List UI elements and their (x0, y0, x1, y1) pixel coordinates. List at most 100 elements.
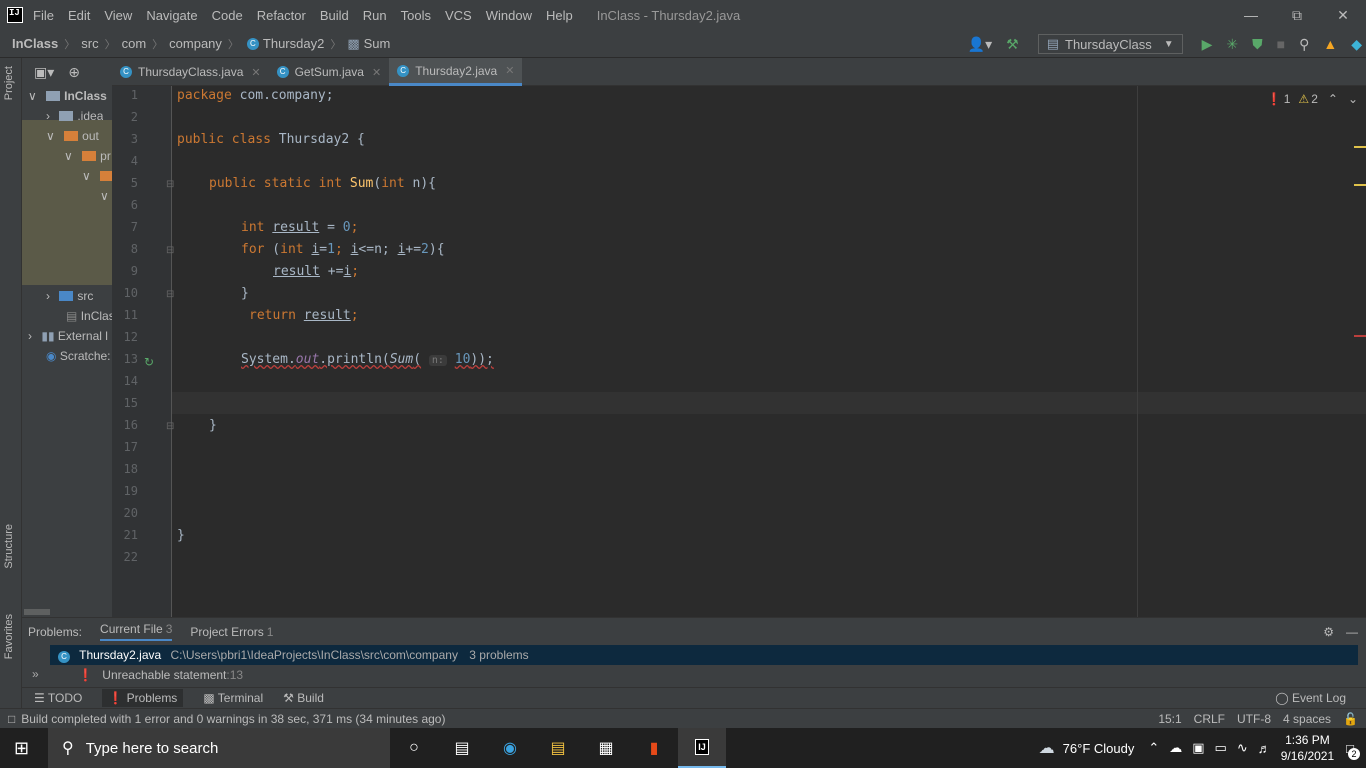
menu-vcs[interactable]: VCS (445, 8, 472, 23)
project-tool-tab[interactable]: Project (3, 66, 15, 100)
close-tab-icon[interactable]: ✕ (251, 66, 260, 79)
breadcrumb-com[interactable]: com (122, 36, 147, 51)
windows-start-icon[interactable]: ⊞ (14, 738, 29, 759)
menu-window[interactable]: Window (486, 8, 532, 23)
gear-icon[interactable]: ⚙ (1323, 625, 1334, 639)
intellij-logo-icon[interactable]: IJ (7, 7, 23, 23)
line-separator[interactable]: CRLF (1194, 712, 1225, 726)
menu-run[interactable]: Run (363, 8, 387, 23)
breadcrumb-method[interactable]: Sum (364, 36, 391, 51)
tree-item-external-libraries[interactable]: › ▮▮ External l (28, 326, 112, 346)
build-button[interactable]: ⚒ Build (283, 691, 324, 705)
tree-item-root[interactable]: ∨ InClass (28, 86, 107, 106)
task-view-icon[interactable]: ▤ (438, 728, 486, 768)
menu-code[interactable]: Code (212, 8, 243, 23)
taskbar-search[interactable]: ⚲ Type here to search (48, 728, 390, 768)
hide-icon[interactable]: — (1346, 625, 1358, 639)
problem-file-row[interactable]: C Thursday2.java C:\Users\pbri1\IdeaProj… (50, 645, 1358, 665)
stop-icon[interactable]: ■ (1277, 36, 1285, 52)
problems-button[interactable]: ❗ Problems (102, 689, 184, 707)
edge-icon[interactable]: ◉ (486, 728, 534, 768)
expand-icon[interactable]: » (32, 667, 39, 681)
onedrive-icon[interactable]: ☁ (1169, 740, 1182, 756)
code-line[interactable]: result +=i; (273, 261, 359, 283)
tree-item-module[interactable]: ∨ (82, 166, 112, 186)
line-gutter[interactable]: 1 2 3 4 5 6 7 8 9 10 11 12 13 14 15 16 17 18 19 20 21 22 ⊟ ⊟ ⊟ ⊟ ↻ (112, 86, 174, 617)
tree-item-src[interactable]: › src (46, 286, 93, 306)
debug-icon[interactable]: ✳ (1226, 36, 1238, 53)
tab-thursday2[interactable]: C Thursday2.java ✕ (389, 58, 523, 86)
office-icon[interactable]: ▮ (630, 728, 678, 768)
code-line[interactable]: for (int i=1; i<=n; i+=2){ (241, 239, 445, 261)
cortana-icon[interactable]: ○ (390, 728, 438, 768)
tree-item-scratches[interactable]: ◉ Scratche: (46, 346, 112, 366)
menu-help[interactable]: Help (546, 8, 573, 23)
breadcrumb-company[interactable]: company (169, 36, 222, 51)
tab-thursdayclass[interactable]: C ThursdayClass.java ✕ (112, 58, 269, 86)
status-message[interactable]: Build completed with 1 error and 0 warni… (21, 712, 445, 726)
terminal-button[interactable]: ▩ Terminal (203, 691, 263, 705)
intellij-taskbar-icon[interactable]: IJ (678, 728, 726, 768)
close-tab-icon[interactable]: ✕ (372, 66, 381, 79)
tree-item-package[interactable]: ∨ (100, 186, 112, 206)
fold-marker-icon[interactable]: ⊟ (166, 289, 174, 300)
code-line[interactable]: public static int Sum(int n){ (209, 173, 436, 195)
tree-item-out[interactable]: ∨ out (46, 126, 99, 146)
code-line[interactable]: } (241, 283, 249, 305)
minimize-icon[interactable]: — (1228, 0, 1274, 30)
weather[interactable]: 76°F Cloudy (1063, 741, 1135, 756)
meet-icon[interactable]: ▣ (1192, 740, 1204, 756)
indent-setting[interactable]: 4 spaces (1283, 712, 1331, 726)
favorites-tool-tab[interactable]: Favorites (3, 614, 15, 659)
close-icon[interactable]: ✕ (1320, 0, 1366, 30)
tree-item-idea[interactable]: › .idea (46, 106, 103, 126)
fold-marker-icon[interactable]: ⊟ (166, 245, 174, 256)
toolbox-icon[interactable]: ◆ (1351, 36, 1362, 53)
code-line[interactable]: } (209, 415, 217, 437)
menu-file[interactable]: File (33, 8, 54, 23)
user-icon[interactable]: 👤▾ (968, 36, 992, 53)
search-icon[interactable]: ⚲ (1299, 36, 1309, 53)
tab-getsum[interactable]: C GetSum.java ✕ (269, 58, 390, 86)
menu-tools[interactable]: Tools (401, 8, 431, 23)
store-icon[interactable]: ▦ (582, 728, 630, 768)
clock[interactable]: 1:36 PM 9/16/2021 (1281, 732, 1334, 764)
run-configuration-select[interactable]: ▤ ThursdayClass ▼ (1037, 34, 1183, 54)
menu-refactor[interactable]: Refactor (257, 8, 306, 23)
lock-icon[interactable]: 🔓 (1343, 712, 1358, 726)
code-line[interactable]: int result = 0; (241, 217, 358, 239)
breadcrumb-project[interactable]: InClass (12, 36, 58, 51)
code-line[interactable]: package com.company; (177, 85, 334, 107)
locate-icon[interactable]: ⊕ (68, 64, 80, 81)
file-encoding[interactable]: UTF-8 (1237, 712, 1271, 726)
update-icon[interactable]: ▲ (1323, 36, 1337, 52)
menu-navigate[interactable]: Navigate (146, 8, 197, 23)
fold-marker-icon[interactable]: ⊟ (166, 179, 174, 190)
coverage-icon[interactable]: ⛊ (1252, 36, 1263, 53)
fold-marker-icon[interactable]: ⊟ (166, 421, 174, 432)
pane-layout-icon[interactable]: ▣▾ (34, 64, 54, 81)
code-line[interactable]: System.out.println(Sum( n: 10)); (241, 349, 494, 371)
menu-build[interactable]: Build (320, 8, 349, 23)
tree-item-iml[interactable]: ▤ InClas (66, 306, 112, 326)
tab-project-errors[interactable]: Project Errors 1 (190, 625, 273, 639)
breadcrumb-class[interactable]: Thursday2 (263, 36, 324, 51)
todo-button[interactable]: ☰ TODO (34, 691, 82, 705)
battery-icon[interactable]: ▭ (1215, 740, 1227, 756)
horizontal-scrollbar[interactable] (24, 609, 50, 615)
breadcrumb-src[interactable]: src (81, 36, 98, 51)
tab-current-file[interactable]: Current File 3 (100, 622, 173, 641)
recursion-icon[interactable]: ↻ (144, 355, 154, 369)
file-explorer-icon[interactable]: ▤ (534, 728, 582, 768)
restore-icon[interactable]: ⧉ (1274, 0, 1320, 30)
code-line[interactable]: } (177, 525, 185, 547)
close-tab-icon[interactable]: ✕ (505, 64, 514, 77)
notification-icon[interactable]: □2 (1346, 741, 1360, 760)
caret-position[interactable]: 15:1 (1158, 712, 1181, 726)
build-hammer-icon[interactable]: ⚒ (1006, 36, 1019, 53)
chevron-up-icon[interactable]: ⌃ (1148, 740, 1159, 756)
tree-item-production[interactable]: ∨ pr (64, 146, 112, 166)
structure-tool-tab[interactable]: Structure (3, 524, 15, 569)
event-log-button[interactable]: ◯ Event Log (1275, 691, 1346, 705)
run-icon[interactable]: ▶ (1202, 36, 1213, 53)
